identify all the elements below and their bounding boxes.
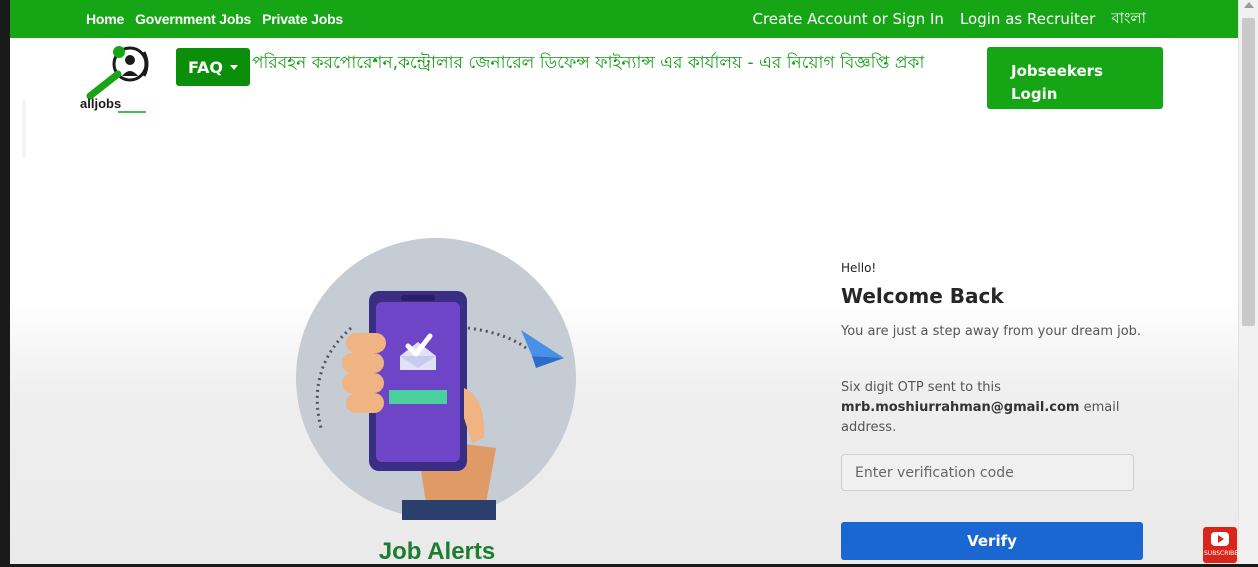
youtube-play-icon	[1211, 532, 1229, 546]
otp-info-prefix: Six digit OTP sent to this	[841, 380, 1001, 395]
welcome-heading: Welcome Back	[841, 284, 1004, 308]
language-toggle-link[interactable]: বাংলা	[1111, 7, 1146, 32]
top-nav-bar: Home Government Jobs Private Jobs Create…	[10, 0, 1238, 38]
logo-magnifier-icon: alljobs	[80, 46, 149, 113]
otp-email: mrb.moshiurrahman@gmail.com	[841, 400, 1080, 415]
login-recruiter-link[interactable]: Login as Recruiter	[960, 10, 1095, 28]
verify-button[interactable]: Verify	[841, 522, 1143, 560]
logo-text: alljobs	[80, 96, 121, 111]
scrollbar-thumb[interactable]	[1242, 18, 1255, 326]
nav-government-jobs-link[interactable]: Government Jobs	[135, 11, 251, 27]
job-alerts-illustration	[296, 238, 576, 520]
greeting-text: Hello!	[841, 261, 877, 275]
illustration-title: Job Alerts	[378, 538, 496, 565]
page-scrollbar[interactable]	[1238, 0, 1258, 567]
news-ticker[interactable]: পরিবহন করপোরেশন,কন্ট্রোলার জেনারেল ডিফেন…	[252, 50, 987, 76]
nav-left-links: Home Government Jobs Private Jobs	[86, 11, 354, 27]
nav-right-links: Create Account or Sign In Login as Recru…	[736, 7, 1238, 32]
faint-divider	[22, 100, 26, 158]
subscribe-label: SUBSCRIBE	[1204, 550, 1239, 557]
phone-screen	[376, 302, 460, 462]
window-frame	[0, 0, 10, 567]
nav-home-link[interactable]: Home	[86, 11, 124, 27]
jobseekers-label-line1: Jobseekers	[1011, 61, 1103, 80]
scroll-up-arrow-icon[interactable]	[1244, 2, 1254, 8]
create-account-link[interactable]: Create Account or Sign In	[752, 10, 943, 28]
faq-label: FAQ	[187, 57, 224, 77]
site-logo[interactable]: alljobs	[78, 46, 158, 118]
faq-dropdown-button[interactable]: FAQ	[176, 48, 250, 86]
welcome-subtitle: You are just a step away from your dream…	[841, 324, 1142, 339]
caret-down-icon	[230, 64, 239, 70]
jobseekers-login-button[interactable]: Jobseekers Login	[987, 47, 1163, 109]
jobseekers-label-line2: Login	[1011, 84, 1058, 103]
nav-private-jobs-link[interactable]: Private Jobs	[262, 11, 343, 27]
otp-info-text: Six digit OTP sent to this mrb.moshiurra…	[841, 378, 1121, 438]
verification-code-input[interactable]	[841, 454, 1134, 491]
youtube-subscribe-button[interactable]: SUBSCRIBE	[1203, 527, 1239, 563]
